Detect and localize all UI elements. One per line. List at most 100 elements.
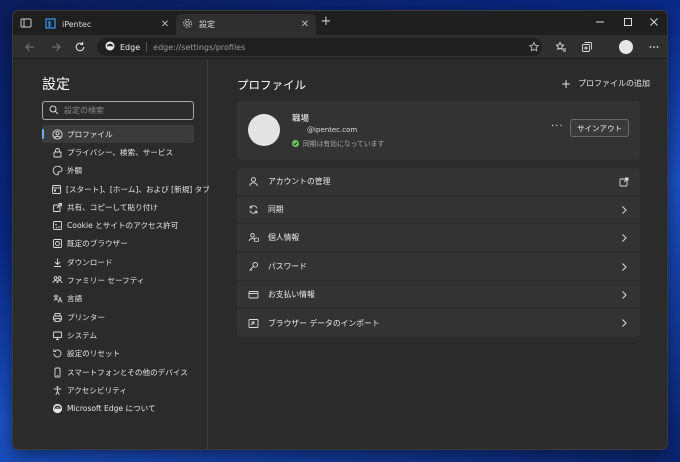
sidebar-item-languages[interactable]: 言語 bbox=[42, 290, 194, 308]
settings-row-sync[interactable]: 同期 bbox=[237, 196, 640, 225]
profile-icon bbox=[51, 128, 63, 140]
sidebar-item-start-home[interactable]: [スタート]、[ホーム]、および [新規] タブ bbox=[42, 180, 210, 198]
settings-row-import-data[interactable]: ブラウザー データのインポート bbox=[237, 309, 640, 337]
sidebar-item-label: プライバシー、検索、サービス bbox=[67, 147, 174, 157]
chevron-right-icon bbox=[619, 262, 629, 272]
check-circle-icon bbox=[292, 139, 299, 147]
sidebar-item-label: ダウンロード bbox=[67, 257, 113, 267]
sidebar-item-family[interactable]: ファミリー セーフティ bbox=[42, 271, 194, 289]
cookie-permissions-icon bbox=[51, 220, 63, 232]
chevron-right-icon bbox=[619, 233, 629, 243]
more-options-icon[interactable] bbox=[647, 40, 661, 54]
row-label: アカウントの管理 bbox=[268, 177, 331, 187]
sidebar-item-printers[interactable]: プリンター bbox=[42, 308, 194, 326]
phone-icon bbox=[51, 366, 63, 378]
profile-avatar-icon[interactable] bbox=[619, 40, 633, 54]
address-bar[interactable]: Edge edge://settings/profiles bbox=[97, 38, 542, 56]
language-icon bbox=[51, 293, 63, 305]
favorites-icon[interactable] bbox=[554, 40, 568, 54]
close-tab-icon[interactable]: ✕ bbox=[300, 19, 310, 30]
sidebar-item-accessibility[interactable]: アクセシビリティ bbox=[42, 381, 194, 399]
external-link-icon bbox=[619, 177, 629, 187]
close-window-icon[interactable] bbox=[647, 15, 661, 29]
sidebar-item-downloads[interactable]: ダウンロード bbox=[42, 253, 194, 271]
chevron-right-icon bbox=[619, 318, 629, 328]
tab-settings[interactable]: 設定 ✕ bbox=[176, 14, 316, 35]
lock-icon bbox=[51, 146, 63, 158]
sidebar-item-appearance[interactable]: 外観 bbox=[42, 162, 194, 180]
personal-info-icon bbox=[247, 232, 259, 244]
profile-settings-list: アカウントの管理 同期 個人情報 パスワード お支払い情報 ブラウザー データの… bbox=[237, 168, 640, 338]
sidebar-item-label: システム bbox=[67, 330, 98, 340]
sidebar-item-phone-devices[interactable]: スマートフォンとその他のデバイス bbox=[42, 363, 194, 381]
search-icon bbox=[49, 105, 59, 117]
card-icon bbox=[247, 288, 259, 300]
sidebar-item-reset[interactable]: 設定のリセット bbox=[42, 345, 194, 363]
new-tab-icon[interactable]: + bbox=[319, 15, 333, 30]
more-options-button[interactable]: ··· bbox=[551, 122, 564, 132]
family-icon bbox=[51, 275, 63, 287]
forward-icon[interactable] bbox=[49, 40, 63, 54]
minimize-icon[interactable] bbox=[593, 15, 607, 29]
gear-icon bbox=[182, 18, 193, 31]
site-identity-label: Edge bbox=[120, 42, 141, 52]
sidebar-item-share[interactable]: 共有、コピーして貼り付け bbox=[42, 198, 194, 216]
tab-strip: iPentec ✕ 設定 ✕ + bbox=[13, 11, 667, 35]
start-home-icon bbox=[51, 183, 62, 195]
sync-icon bbox=[247, 204, 259, 216]
sync-status-text: 同期は有効になっています bbox=[303, 140, 385, 148]
back-icon[interactable] bbox=[23, 40, 37, 54]
tab-ipentec[interactable]: iPentec ✕ bbox=[39, 14, 176, 35]
default-browser-icon bbox=[51, 238, 63, 250]
edge-logo-icon bbox=[51, 403, 63, 415]
accessibility-icon bbox=[51, 384, 63, 396]
add-profile-label: プロファイルの追加 bbox=[578, 79, 651, 88]
system-icon bbox=[51, 329, 63, 341]
row-label: ブラウザー データのインポート bbox=[268, 318, 380, 328]
tab-title: 設定 bbox=[199, 20, 215, 29]
appearance-icon bbox=[51, 165, 63, 177]
collections-icon[interactable] bbox=[580, 40, 594, 54]
sidebar-item-profiles[interactable]: プロファイル bbox=[42, 125, 194, 144]
sidebar-item-cookies[interactable]: Cookie とサイトのアクセス許可 bbox=[42, 216, 194, 234]
sidebar-item-label: スマートフォンとその他のデバイス bbox=[67, 367, 188, 377]
maximize-icon[interactable] bbox=[621, 15, 635, 29]
settings-row-payment-info[interactable]: お支払い情報 bbox=[237, 281, 640, 309]
settings-row-personal-info[interactable]: 個人情報 bbox=[237, 224, 640, 253]
sign-out-button[interactable]: サインアウト bbox=[570, 119, 629, 137]
sidebar-item-label: Cookie とサイトのアクセス許可 bbox=[67, 221, 179, 231]
close-tab-icon[interactable]: ✕ bbox=[160, 19, 170, 30]
row-label: 個人情報 bbox=[268, 233, 300, 243]
add-favorite-icon[interactable] bbox=[527, 40, 541, 54]
ipentec-favicon-icon bbox=[45, 18, 56, 31]
tab-actions-icon[interactable] bbox=[19, 16, 33, 30]
key-icon bbox=[247, 260, 259, 272]
chevron-right-icon bbox=[619, 205, 629, 215]
sidebar-item-label: アクセシビリティ bbox=[67, 385, 127, 395]
sidebar-item-system[interactable]: システム bbox=[42, 326, 194, 344]
add-profile-button[interactable]: + プロファイルの追加 bbox=[561, 78, 651, 90]
sidebar-item-privacy[interactable]: プライバシー、検索、サービス bbox=[42, 143, 194, 161]
sidebar-item-label: プリンター bbox=[67, 312, 105, 322]
account-icon bbox=[247, 176, 259, 188]
settings-row-passwords[interactable]: パスワード bbox=[237, 253, 640, 281]
settings-row-manage-account[interactable]: アカウントの管理 bbox=[237, 168, 640, 197]
sidebar-item-label: 外観 bbox=[67, 166, 83, 176]
sidebar-item-about-edge[interactable]: Microsoft Edge について bbox=[42, 399, 194, 417]
row-label: パスワード bbox=[268, 261, 307, 271]
address-toolbar: Edge edge://settings/profiles bbox=[13, 35, 667, 59]
refresh-icon[interactable] bbox=[73, 40, 87, 54]
profile-name: 職場 bbox=[292, 114, 310, 124]
profile-email: @ipentec.com bbox=[307, 126, 358, 134]
url-text: edge://settings/profiles bbox=[153, 42, 246, 52]
sidebar-item-default-browser[interactable]: 既定のブラウザー bbox=[42, 235, 194, 253]
sidebar-item-label: 言語 bbox=[67, 294, 83, 304]
search-input[interactable] bbox=[64, 106, 184, 115]
reset-icon bbox=[51, 348, 63, 360]
settings-search[interactable] bbox=[42, 101, 194, 120]
sidebar-item-label: 設定のリセット bbox=[67, 349, 121, 359]
sidebar-item-label: ファミリー セーフティ bbox=[67, 276, 145, 286]
sidebar-item-label: [スタート]、[ホーム]、および [新規] タブ bbox=[66, 184, 210, 194]
import-icon bbox=[247, 317, 259, 329]
sidebar-item-label: 既定のブラウザー bbox=[67, 239, 128, 249]
